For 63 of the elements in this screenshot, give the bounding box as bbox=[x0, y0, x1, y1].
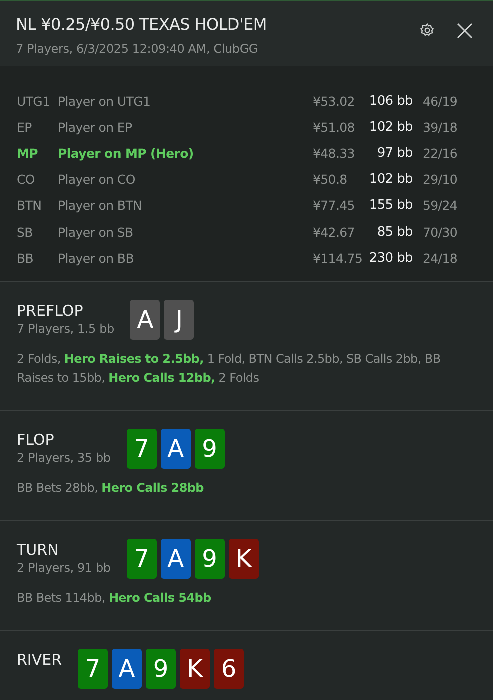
player-name: Player on BTN bbox=[58, 198, 144, 214]
player-name: Player on SB bbox=[58, 224, 134, 240]
player-stack: ¥77.45 bbox=[313, 198, 356, 214]
playing-card: 7 bbox=[78, 649, 108, 690]
street-actions: BB Bets 114bb, Hero Calls 54bb bbox=[17, 590, 212, 608]
playing-card: 6 bbox=[214, 649, 244, 690]
street-info: 2 Players, 35 bb bbox=[17, 451, 111, 466]
playing-card: 9 bbox=[194, 539, 225, 580]
playing-card: J bbox=[164, 300, 194, 340]
player-stats: 24/18 bbox=[422, 250, 458, 266]
player-name: Player on CO bbox=[58, 172, 136, 188]
player-position: BB bbox=[16, 250, 35, 266]
playing-card: 9 bbox=[146, 649, 176, 690]
playing-card: A bbox=[130, 300, 160, 340]
player-stack: ¥50.8 bbox=[313, 172, 348, 188]
player-position: UTG1 bbox=[16, 94, 52, 109]
player-stack: ¥53.02 bbox=[313, 94, 356, 109]
player-position: MP bbox=[16, 146, 40, 161]
player-stats: 29/10 bbox=[422, 172, 458, 188]
player-position: EP bbox=[16, 120, 33, 135]
player-stats: 59/24 bbox=[422, 198, 458, 214]
player-big-blinds: 102 bb bbox=[368, 120, 413, 135]
player-big-blinds: 85 bb bbox=[376, 224, 413, 240]
close-icon bbox=[457, 23, 473, 39]
player-big-blinds: 230 bb bbox=[368, 250, 413, 266]
playing-card: A bbox=[160, 539, 191, 580]
playing-card: A bbox=[160, 429, 191, 470]
player-name: Player on UTG1 bbox=[58, 94, 152, 109]
gear-icon bbox=[420, 23, 435, 38]
playing-card: A bbox=[112, 649, 142, 690]
player-stack: ¥114.75 bbox=[313, 250, 364, 266]
street-info: 2 Players, 91 bb bbox=[17, 561, 111, 576]
player-name: Player on MP (Hero) bbox=[58, 146, 195, 161]
hand-subtitle: 7 Players, 6/3/2025 12:09:40 AM, ClubGG bbox=[16, 42, 260, 56]
playing-card: 7 bbox=[126, 429, 157, 470]
player-position: CO bbox=[16, 172, 36, 188]
playing-card: 7 bbox=[126, 539, 157, 580]
hand-title: NL ¥0.25/¥0.50 TEXAS HOLD'EM bbox=[16, 15, 268, 34]
player-stats: 39/18 bbox=[422, 120, 458, 135]
player-stats: 70/30 bbox=[422, 224, 458, 240]
street-name: PREFLOP bbox=[17, 302, 84, 320]
player-big-blinds: 102 bb bbox=[368, 172, 413, 188]
player-big-blinds: 106 bb bbox=[368, 94, 413, 109]
player-stats: 46/19 bbox=[422, 94, 458, 109]
street-name: RIVER bbox=[17, 651, 62, 670]
street-name: TURN bbox=[17, 541, 60, 560]
player-big-blinds: 155 bb bbox=[368, 198, 413, 214]
player-name: Player on BB bbox=[58, 250, 135, 266]
street-name: FLOP bbox=[17, 431, 56, 450]
player-stack: ¥42.67 bbox=[313, 224, 356, 240]
street-info: 7 Players, 1.5 bb bbox=[17, 322, 114, 336]
playing-card: 9 bbox=[194, 429, 225, 470]
player-stack: ¥51.08 bbox=[313, 120, 356, 135]
player-name: Player on EP bbox=[58, 120, 134, 135]
player-stats: 22/16 bbox=[422, 146, 458, 161]
player-position: SB bbox=[16, 224, 34, 240]
street-actions: 2 Folds, Hero Raises to 2.5bb, 1 Fold, BTN Calls 2.5bb, SB Calls 2bb, BB Raises to 15bb, Hero Calls 12bb, 2 Folds bbox=[17, 351, 442, 388]
playing-card: K bbox=[180, 649, 210, 690]
player-big-blinds: 97 bb bbox=[376, 146, 413, 161]
player-position: BTN bbox=[16, 198, 43, 214]
playing-card: K bbox=[228, 539, 259, 580]
street-actions: BB Bets 28bb, Hero Calls 28bb bbox=[17, 480, 205, 498]
player-stack: ¥48.33 bbox=[313, 146, 356, 161]
